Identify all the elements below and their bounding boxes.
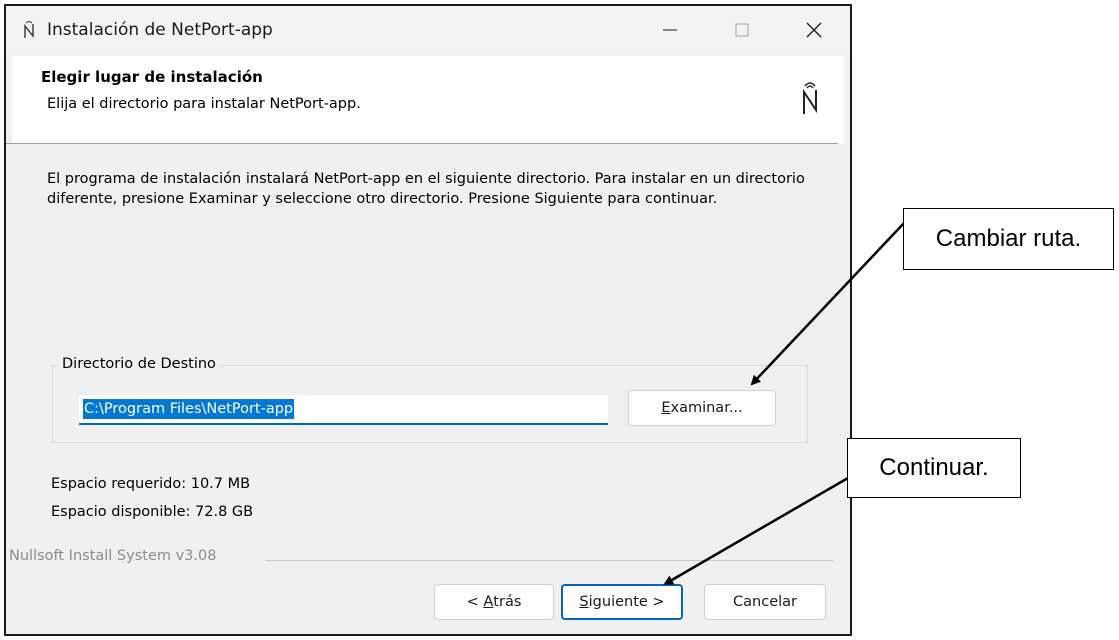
continue-arrow xyxy=(663,476,849,586)
callout-continue: Continuar. xyxy=(847,438,1021,498)
callout-change-path: Cambiar ruta. xyxy=(903,208,1114,270)
change-path-arrow xyxy=(750,221,906,386)
annotation-arrows xyxy=(663,221,906,586)
